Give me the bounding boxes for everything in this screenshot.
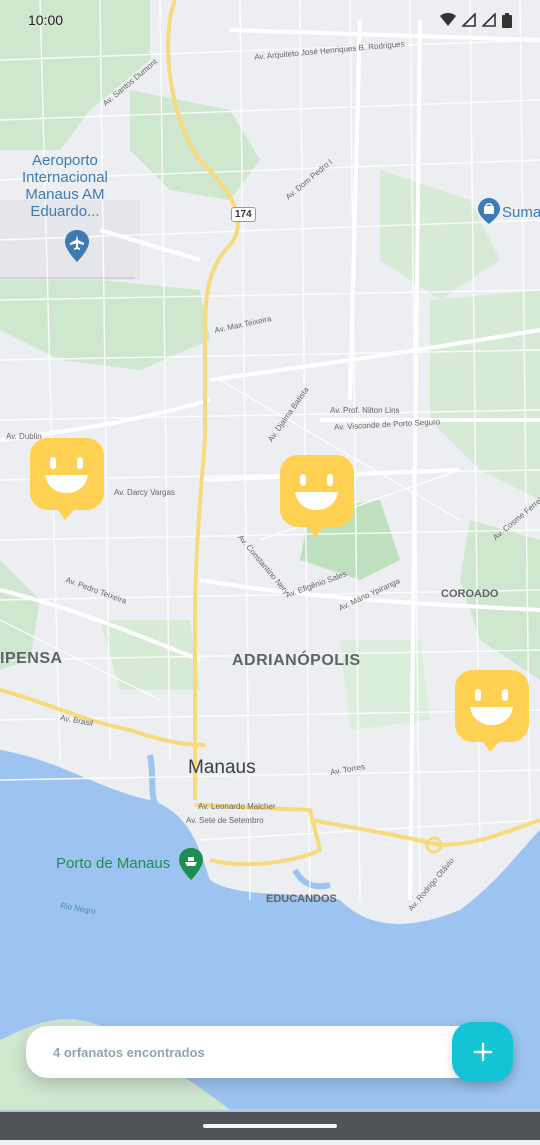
smile-icon [455,670,529,752]
home-handle[interactable] [203,1124,337,1128]
airport-icon[interactable] [65,230,89,267]
orphanage-marker[interactable] [455,670,529,752]
district-label-coroado: COROADO [441,588,499,600]
airport-label-line: Eduardo... [30,203,100,220]
store-icon[interactable] [478,198,500,229]
status-icons [440,12,512,28]
signal-icon [482,13,496,27]
wifi-icon [440,13,456,26]
footer-bar: 4 orfanatos encontrados [26,1026,512,1078]
battery-icon [502,12,512,28]
road-label: Av. Prof. Nilton Lins [330,406,400,415]
status-time: 10:00 [28,12,64,28]
ferry-icon[interactable] [179,848,203,885]
orphanage-count: 4 orfanatos encontrados [53,1044,205,1060]
road-label: Av. Leonardo Malcher [198,802,276,811]
system-nav-bar [0,1112,540,1140]
district-label-ipensa: IPENSA [0,650,63,667]
plus-icon [473,1042,492,1062]
orphanage-marker[interactable] [280,455,354,537]
road-label: Av. Darcy Vargas [114,488,175,497]
map[interactable]: Aeroporto Internacional Manaus AM Eduard… [0,0,540,1140]
airport-label: Aeroporto Internacional Manaus AM Eduard… [22,152,108,220]
add-orphanage-button[interactable] [452,1022,513,1082]
airport-label-line: Aeroporto [32,152,98,169]
store-label: Suma [502,204,540,221]
smile-icon [280,455,354,537]
orphanage-marker[interactable] [30,438,104,520]
airport-label-line: Internacional [22,169,108,186]
airport-label-line: Manaus AM [25,186,105,203]
road-label: Av. Sete de Setembro [186,816,264,825]
signal-icon [462,13,476,27]
highway-shield: 174 [231,207,256,222]
status-bar: 10:00 [0,0,540,40]
port-label: Porto de Manaus [56,855,171,872]
district-label-educandos: EDUCANDOS [266,893,337,905]
district-label-adrianopolis: ADRIANÓPOLIS [232,652,361,669]
smile-icon [30,438,104,520]
city-label: Manaus [188,757,256,778]
